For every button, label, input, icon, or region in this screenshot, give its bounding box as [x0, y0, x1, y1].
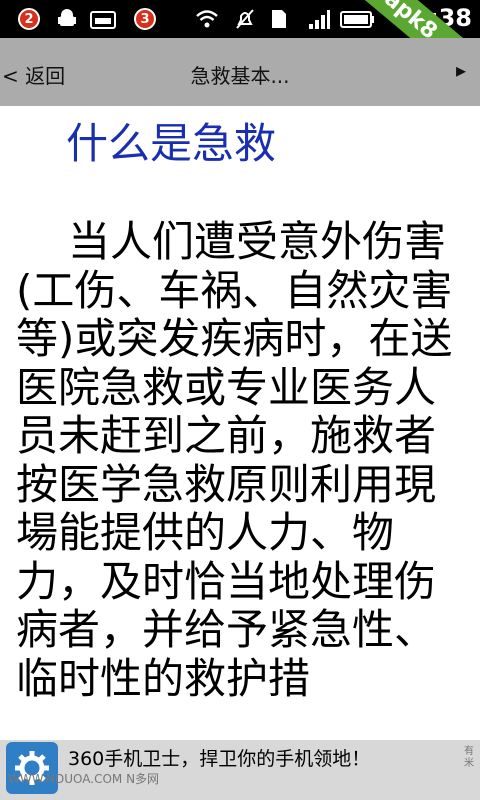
- signal-icon: [306, 6, 332, 32]
- page-title: 急救基本...: [190, 64, 290, 88]
- muted-bell-icon: [232, 6, 258, 32]
- wifi-icon: [194, 6, 220, 32]
- android-icon: [54, 6, 80, 32]
- ad-side-label: 有米: [464, 746, 474, 769]
- battery-icon: [338, 6, 378, 32]
- notification-count: 3: [134, 8, 156, 30]
- ad-source: WWW.NDUOA.COM N多网: [8, 772, 160, 786]
- app-bar: < 返回 急救基本... ▸: [0, 38, 480, 106]
- sim-icon: [268, 6, 290, 32]
- article-heading: 什么是急救: [66, 119, 277, 168]
- article-content[interactable]: 什么是急救 当人们遭受意外伤害(工伤、车祸、自然灾害等)或突发疾病时，在送医院急…: [0, 106, 480, 740]
- notification-badge: 3: [134, 6, 156, 32]
- storage-icon: [88, 6, 118, 32]
- notification-count: 2: [18, 8, 40, 30]
- article-paragraph: 当人们遭受意外伤害(工伤、车祸、自然灾害等)或突发疾病时，在送医院急救或专业医务…: [16, 217, 453, 703]
- chevron-right-icon[interactable]: ▸: [456, 58, 466, 82]
- ad-text[interactable]: 360手机卫士，捍卫你的手机领地！: [68, 744, 370, 771]
- notification-badge: 2: [18, 6, 40, 32]
- ad-banner[interactable]: 360手机卫士，捍卫你的手机领地！ WWW.NDUOA.COM N多网 有米: [0, 740, 480, 800]
